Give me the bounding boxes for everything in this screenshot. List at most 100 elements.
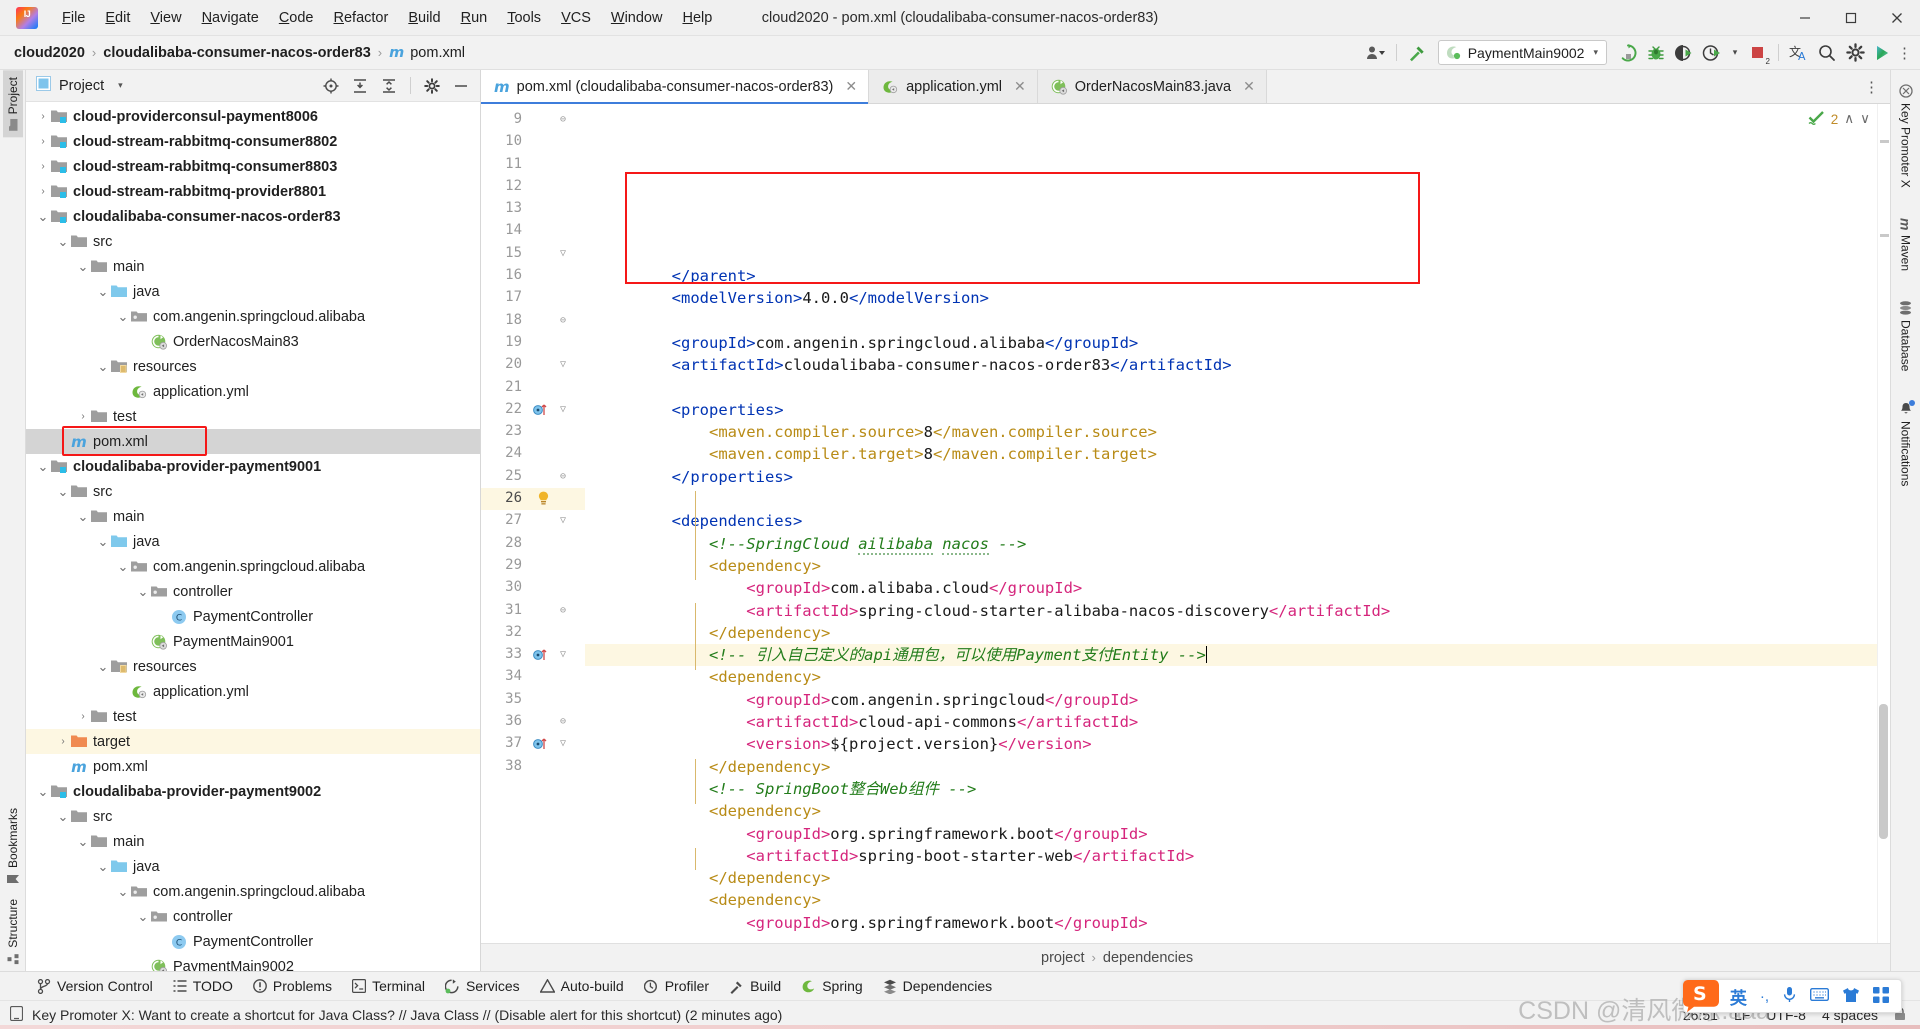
ime-toolbar[interactable]: S 英 ·, <box>1682 979 1902 1013</box>
menu-help[interactable]: Help <box>672 6 722 30</box>
menu-file[interactable]: File <box>52 6 95 30</box>
code-line-36[interactable]: </dependency> <box>585 867 1877 889</box>
gutter-line-36[interactable]: 36 ⊖ <box>481 711 585 733</box>
tree-node-application-yml[interactable]: application.yml <box>26 679 480 704</box>
code-line-20[interactable]: <dependencies> <box>585 510 1877 532</box>
code-line-28[interactable]: <groupId>com.angenin.springcloud</groupI… <box>585 689 1877 711</box>
code-fold-toggle[interactable]: ▽ <box>560 359 566 370</box>
tree-node-paymentcontroller[interactable]: C PaymentController <box>26 604 480 629</box>
code-line-18[interactable]: </properties> <box>585 466 1877 488</box>
tree-node-resources[interactable]: ⌄ resources <box>26 354 480 379</box>
chevron-down-icon[interactable]: ⌄ <box>36 785 50 798</box>
code-line-23[interactable]: <groupId>com.alibaba.cloud</groupId> <box>585 577 1877 599</box>
tool-window-build[interactable]: Build <box>720 975 790 997</box>
tree-node-cloud-stream-rabbitmq-consumer8802[interactable]: › cloud-stream-rabbitmq-consumer8802 <box>26 129 480 154</box>
tree-node-java[interactable]: ⌄ java <box>26 854 480 879</box>
code-fold-toggle[interactable]: ⊖ <box>560 114 566 125</box>
apps-icon[interactable] <box>1873 986 1889 1006</box>
chevron-down-icon[interactable]: ⌄ <box>76 260 90 273</box>
code-fold-toggle[interactable]: ▽ <box>560 248 566 259</box>
sidebar-item-key-promoter-x[interactable]: Key Promoter X <box>1895 76 1917 196</box>
gutter-line-34[interactable]: 34 <box>481 666 585 688</box>
code-editor[interactable]: 9 ⊖ 10 11 12 13 14 15 ▽ 16 17 18 ⊖ 19 20 ▽ 21 22 ▽ 23 24 25 ⊖ 2… <box>481 104 1890 943</box>
editor-gutter[interactable]: 9 ⊖ 10 11 12 13 14 15 ▽ 16 17 18 ⊖ 19 20 ▽ 21 22 ▽ 23 24 25 ⊖ 2… <box>481 104 585 943</box>
editor-tab-pom-xml[interactable]: m pom.xml (cloudalibaba-consumer-nacos-or… <box>481 70 870 104</box>
code-fold-toggle[interactable]: ▽ <box>560 738 566 749</box>
ime-mode-label[interactable]: 英 <box>1730 984 1747 1009</box>
chevron-down-icon[interactable]: ⌄ <box>136 585 150 598</box>
spring-bean-gutter-icon[interactable] <box>533 647 548 665</box>
tree-node-resources[interactable]: ⌄ resources <box>26 654 480 679</box>
code-line-38[interactable]: <groupId>org.springframework.boot</group… <box>585 912 1877 934</box>
menu-run[interactable]: Run <box>451 6 498 30</box>
chevron-down-icon[interactable]: ⌄ <box>116 310 130 323</box>
code-line-16[interactable]: <maven.compiler.source>8</maven.compiler… <box>585 421 1877 443</box>
code-line-34[interactable]: <groupId>org.springframework.boot</group… <box>585 823 1877 845</box>
gutter-line-10[interactable]: 10 <box>481 131 585 153</box>
menu-vcs[interactable]: VCS <box>551 6 601 30</box>
sogou-logo-icon[interactable]: S <box>1680 974 1726 1014</box>
tool-window-services[interactable]: Services <box>436 975 529 997</box>
gutter-line-16[interactable]: 16 <box>481 265 585 287</box>
ime-punctuation-toggle[interactable]: ·, <box>1760 988 1769 1005</box>
chevron-down-icon[interactable]: ⌄ <box>36 210 50 223</box>
inspection-widget[interactable]: 2 ∧ ∨ <box>1808 110 1870 128</box>
locate-icon[interactable] <box>318 73 344 99</box>
prev-problem-icon[interactable]: ∧ <box>1844 111 1854 127</box>
close-button[interactable] <box>1874 0 1920 36</box>
code-line-17[interactable]: <maven.compiler.target>8</maven.compiler… <box>585 443 1877 465</box>
chevron-down-icon[interactable]: ⌄ <box>56 235 70 248</box>
code-line-22[interactable]: <dependency> <box>585 555 1877 577</box>
profiler-icon[interactable] <box>1699 40 1725 66</box>
spring-bean-gutter-icon[interactable] <box>533 736 548 754</box>
gutter-line-23[interactable]: 23 <box>481 421 585 443</box>
tree-node-java[interactable]: ⌄ java <box>26 279 480 304</box>
tree-node-src[interactable]: ⌄ src <box>26 229 480 254</box>
code-line-13[interactable]: <artifactId>cloudalibaba-consumer-nacos-… <box>585 354 1877 376</box>
tool-window-terminal[interactable]: Terminal <box>343 975 434 997</box>
tool-window-todo[interactable]: TODO <box>164 975 242 997</box>
project-tree[interactable]: › cloud-providerconsul-payment8006 › cloud-… <box>26 102 480 971</box>
chevron-down-icon[interactable]: ⌄ <box>56 485 70 498</box>
menu-edit[interactable]: Edit <box>95 6 140 30</box>
gutter-line-25[interactable]: 25 ⊖ <box>481 466 585 488</box>
debug-icon[interactable] <box>1643 40 1669 66</box>
tree-node-pom-xml[interactable]: m pom.xml <box>26 754 480 779</box>
status-message[interactable]: Key Promoter X: Want to create a shortcu… <box>32 1007 782 1023</box>
code-line-11[interactable] <box>585 310 1877 332</box>
code-fold-toggle[interactable]: ▽ <box>560 404 566 415</box>
more-options-icon[interactable]: ⋮ <box>1897 40 1912 66</box>
close-icon[interactable]: ✕ <box>1014 78 1026 95</box>
chevron-down-icon[interactable]: ▾ <box>1727 40 1743 66</box>
chevron-down-icon[interactable]: ⌄ <box>36 460 50 473</box>
sidebar-item-notifications[interactable]: Notifications <box>1895 394 1917 494</box>
chevron-right-icon[interactable]: › <box>36 161 50 172</box>
tree-node-main[interactable]: ⌄ main <box>26 254 480 279</box>
breadcrumb-dependencies[interactable]: dependencies <box>1103 950 1193 966</box>
chevron-down-icon[interactable]: ▾ <box>1593 47 1598 58</box>
code-line-12[interactable]: <groupId>com.angenin.springcloud.alibaba… <box>585 332 1877 354</box>
code-line-37[interactable]: <dependency> <box>585 889 1877 911</box>
gutter-line-11[interactable]: 11 <box>481 154 585 176</box>
code-line-9[interactable]: </parent> <box>585 265 1877 287</box>
collapse-all-icon[interactable] <box>376 73 402 99</box>
tool-window-version-control[interactable]: Version Control <box>28 975 162 997</box>
run-configuration-selector[interactable]: PaymentMain9002 ▾ <box>1437 40 1607 65</box>
code-content[interactable]: </parent> <modelVersion>4.0.0</modelVers… <box>585 104 1877 943</box>
gear-icon[interactable] <box>1842 40 1868 66</box>
stop-icon[interactable]: 2 <box>1745 40 1771 66</box>
window-controls[interactable] <box>1782 0 1920 35</box>
gutter-line-29[interactable]: 29 <box>481 555 585 577</box>
breadcrumb-item-0[interactable]: cloud2020 <box>14 45 85 61</box>
code-line-31[interactable]: </dependency> <box>585 756 1877 778</box>
editor-tab-bar[interactable]: m pom.xml (cloudalibaba-consumer-nacos-or… <box>481 70 1890 104</box>
gutter-line-38[interactable]: 38 <box>481 756 585 778</box>
code-line-15[interactable]: <properties> <box>585 399 1877 421</box>
tree-node-paymentcontroller[interactable]: C PaymentController <box>26 929 480 954</box>
sidebar-item-project[interactable]: Project <box>2 70 23 138</box>
chevron-down-icon[interactable]: ⌄ <box>56 810 70 823</box>
chevron-down-icon[interactable]: ⌄ <box>116 560 130 573</box>
chevron-right-icon[interactable]: › <box>76 411 90 422</box>
gutter-line-37[interactable]: 37 ▽ <box>481 733 585 755</box>
editor-tab-application-yml[interactable]: application.yml ✕ <box>869 70 1038 103</box>
